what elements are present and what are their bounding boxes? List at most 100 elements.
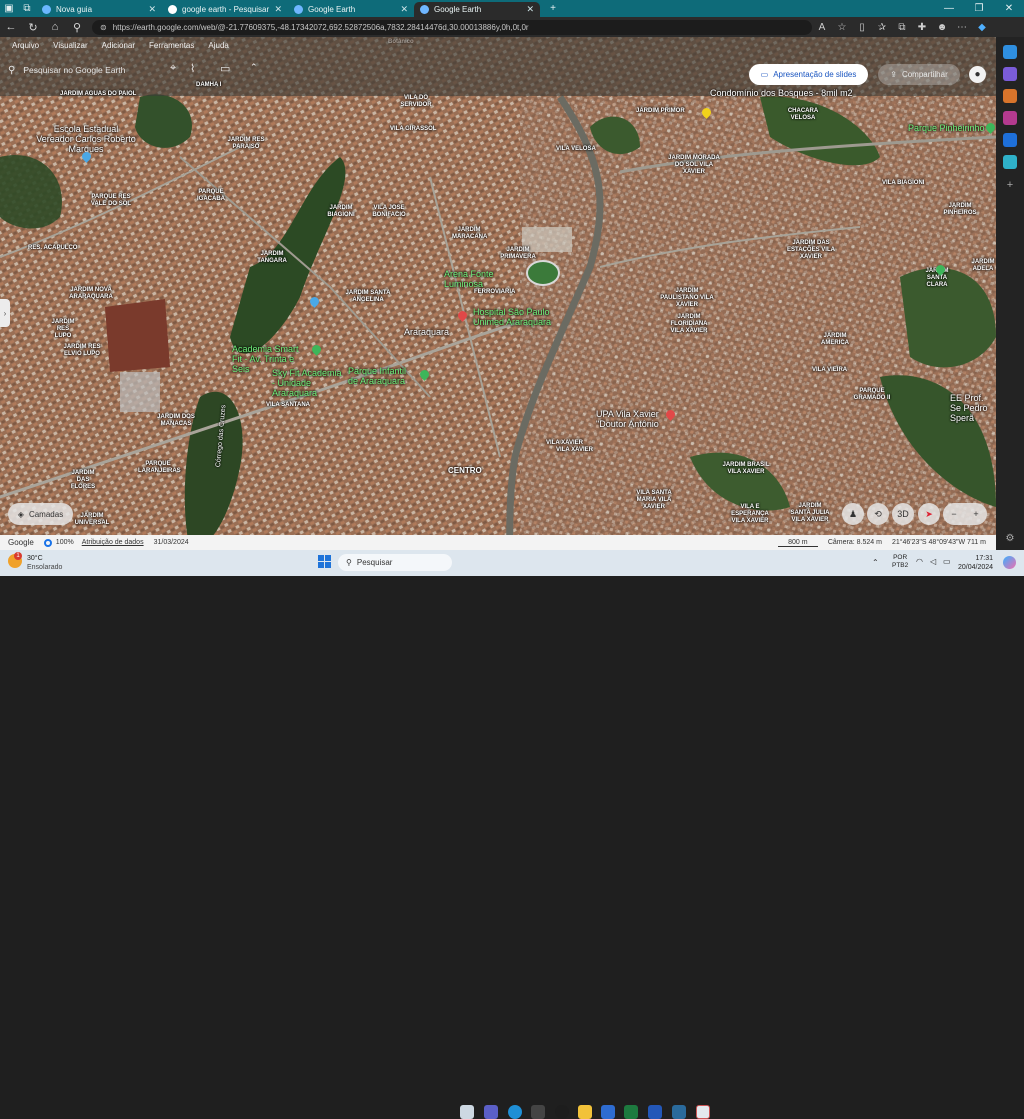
toggle-3d-button[interactable]: 3D	[892, 503, 914, 525]
volume-icon[interactable]: ◁	[930, 557, 936, 566]
url-field[interactable]: ⊜ https://earth.google.com/web/@-21.7760…	[92, 19, 812, 35]
clock[interactable]: 17:31 20/04/2024	[958, 554, 993, 572]
place-label: Parque Infantil de Araraquara	[348, 366, 407, 386]
map-label: DAMHA I	[196, 82, 222, 88]
profile-icon[interactable]: ☻	[932, 22, 952, 33]
task-view-icon[interactable]	[460, 1105, 474, 1119]
close-window-button[interactable]: ✕	[994, 3, 1024, 14]
new-tab-button[interactable]: +	[544, 0, 562, 17]
rotate-button[interactable]: ⟲	[867, 503, 889, 525]
map-label: JARDIM RES ELVIO LUPO	[63, 344, 101, 357]
dell-icon[interactable]	[555, 1105, 569, 1119]
back-icon[interactable]: ←	[0, 21, 22, 33]
extensions-icon[interactable]: ✚	[912, 22, 932, 33]
tab-google-earth-1[interactable]: Google Earth ✕	[288, 2, 414, 17]
app-icon[interactable]	[672, 1105, 686, 1119]
chrome-icon[interactable]	[531, 1105, 545, 1119]
collections-icon[interactable]: ⧉	[892, 22, 912, 33]
share-button[interactable]: ⇪ Compartilhar	[878, 64, 960, 85]
add-sidebar-icon[interactable]: +	[1007, 179, 1013, 191]
drop-icon[interactable]	[1003, 155, 1017, 169]
maximize-button[interactable]: ❐	[964, 3, 994, 14]
read-aloud-icon[interactable]: A	[812, 22, 832, 33]
menu-visualizar[interactable]: Visualizar	[53, 41, 88, 50]
outlook-icon[interactable]	[1003, 133, 1017, 147]
excel-icon[interactable]	[624, 1105, 638, 1119]
workspaces-icon[interactable]: ▣	[0, 0, 18, 17]
settings-gear-icon[interactable]: ⚙	[1006, 533, 1015, 544]
home-icon[interactable]: ⌂	[44, 21, 66, 33]
compass-button[interactable]: ➤	[918, 503, 940, 525]
close-tab-icon[interactable]: ✕	[148, 4, 156, 15]
tab-nova-guia[interactable]: Nova guia ✕	[36, 2, 162, 17]
menu-adicionar[interactable]: Adicionar	[102, 41, 135, 50]
zoom-in-button[interactable]: +	[973, 509, 978, 519]
favorites-icon[interactable]: ✰	[872, 22, 892, 33]
site-info-icon[interactable]: ⊜	[100, 23, 107, 32]
copilot-sidebar-icon[interactable]	[1003, 45, 1017, 59]
word-icon[interactable]	[648, 1105, 662, 1119]
tab-google-search[interactable]: google earth - Pesquisar ✕	[162, 2, 288, 17]
chevron-up-icon[interactable]: ⌃	[250, 62, 258, 73]
wifi-icon[interactable]: ◠	[916, 557, 923, 566]
teams-icon[interactable]	[484, 1105, 498, 1119]
tray-chevron-icon[interactable]: ⌃	[872, 558, 879, 567]
path-tool-icon[interactable]: ⌇	[190, 62, 195, 75]
attribution-link[interactable]: Atribuição de dados	[82, 539, 144, 546]
location-pin-icon[interactable]: ⌖	[170, 62, 176, 75]
map-label: VILA XAVIER	[556, 447, 594, 453]
slideshow-button[interactable]: ▭ Apresentação de slides	[749, 64, 868, 85]
close-tab-icon[interactable]: ✕	[526, 4, 534, 15]
copilot-taskbar-icon[interactable]	[1003, 556, 1016, 569]
copilot-icon[interactable]: ◆	[972, 22, 992, 33]
earth-icon	[420, 5, 429, 14]
minimize-button[interactable]: —	[934, 3, 964, 14]
map-label: JARDIM RES PARAISO	[227, 137, 265, 150]
language-indicator[interactable]: POR PTB2	[892, 554, 908, 570]
lang-secondary: PTB2	[892, 562, 909, 569]
close-tab-icon[interactable]: ✕	[400, 4, 408, 15]
slideshow-icon: ▭	[760, 70, 769, 79]
taskbar-search[interactable]: ⚲ Pesquisar	[338, 554, 452, 571]
refresh-icon[interactable]: ↻	[22, 21, 44, 34]
tab-google-earth-2[interactable]: Google Earth ✕	[414, 2, 540, 17]
close-tab-icon[interactable]: ✕	[274, 4, 282, 15]
google-earth-app: Arquivo Visualizar Adicionar Ferramentas…	[0, 37, 996, 550]
games-icon[interactable]	[1003, 111, 1017, 125]
tab-label: google earth - Pesquisar	[182, 5, 270, 14]
search-icon[interactable]: ⚲	[66, 21, 88, 34]
battery-icon[interactable]: ▭	[943, 557, 951, 566]
snipping-tool-icon[interactable]	[696, 1105, 710, 1119]
tab-actions-icon[interactable]: ⧉	[18, 0, 36, 17]
map-label: JARDIM SANTA JULIA VILA XAVIER	[790, 503, 830, 523]
map-label: JARDIM PRIMOR	[636, 108, 685, 114]
store-icon[interactable]	[601, 1105, 615, 1119]
map-label: VILA VELOSA	[556, 146, 596, 152]
map-label: VILA SANTA MARIA VILA XAVIER	[636, 490, 672, 510]
start-button[interactable]	[318, 555, 332, 569]
pegman-button[interactable]: ♟	[842, 503, 864, 525]
favorite-star-icon[interactable]: ☆	[832, 22, 852, 33]
search-field[interactable]: ⚲ Pesquisar no Google Earth	[8, 61, 168, 79]
panel-expand-handle[interactable]: ›	[0, 299, 10, 327]
menu-ferramentas[interactable]: Ferramentas	[149, 41, 194, 50]
account-avatar-icon[interactable]: ●	[969, 66, 986, 83]
map-label: PARQUE LARANJEIRAS	[138, 461, 181, 474]
shopping-icon[interactable]	[1003, 67, 1017, 81]
edge-taskbar-icon[interactable]	[508, 1105, 522, 1119]
map-label: FERROVIARIA	[474, 289, 516, 295]
tools-icon[interactable]	[1003, 89, 1017, 103]
more-menu-icon[interactable]: ⋯	[952, 22, 972, 33]
menu-arquivo[interactable]: Arquivo	[12, 41, 39, 50]
split-screen-icon[interactable]: ▯	[852, 22, 872, 33]
zoom-out-button[interactable]: −	[951, 509, 956, 519]
file-explorer-icon[interactable]	[578, 1105, 592, 1119]
menu-ajuda[interactable]: Ajuda	[208, 41, 228, 50]
zoom-controls: − +	[943, 503, 987, 525]
layers-button[interactable]: ◈ Camadas	[8, 503, 73, 525]
camera-altitude: Câmera: 8.524 m	[827, 539, 882, 546]
map-label: JARDIM NOVA ARARAQUARA	[69, 287, 113, 300]
ruler-icon[interactable]: ▭	[220, 62, 230, 75]
layers-icon: ◈	[17, 509, 24, 519]
map-label: JARDIM AMERICA	[821, 333, 849, 346]
